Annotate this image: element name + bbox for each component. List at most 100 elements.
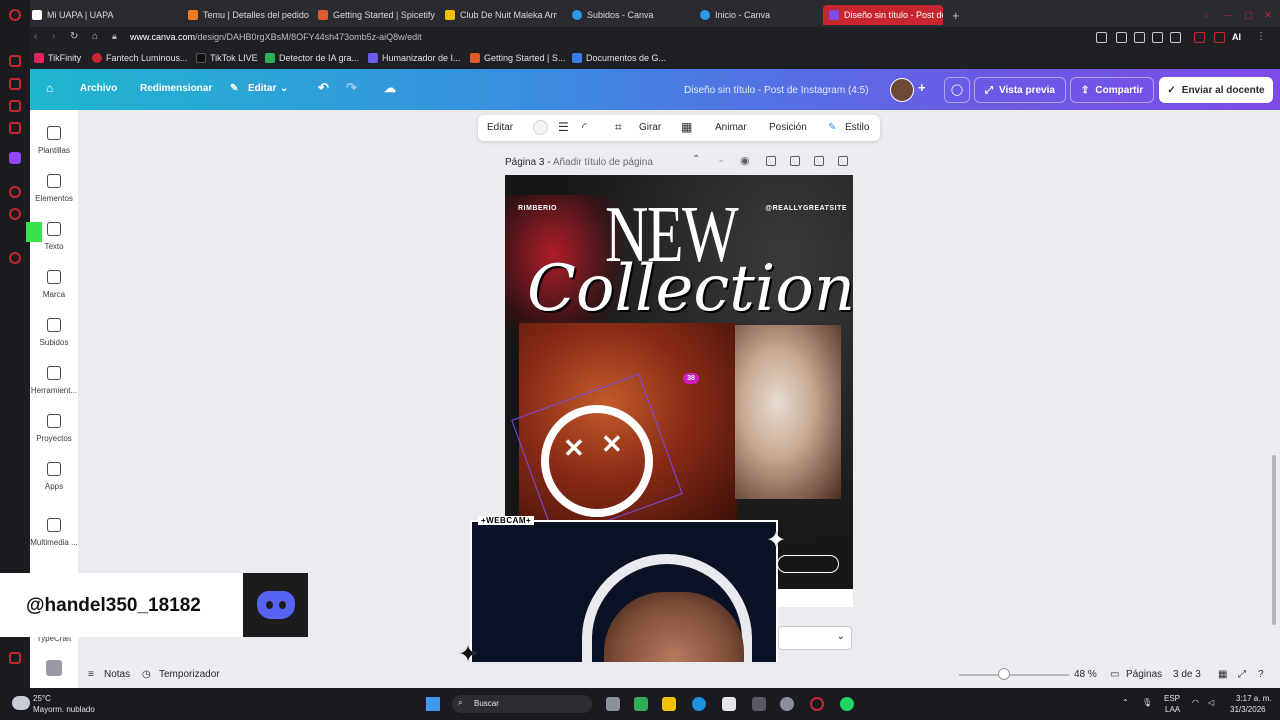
poster-handle[interactable]: @REALLYGREATSITE: [765, 205, 847, 212]
bookmark-item[interactable]: Fantech Luminous...: [92, 53, 188, 63]
steam-icon[interactable]: [780, 697, 794, 711]
forward-icon[interactable]: ›: [52, 31, 55, 42]
menu-icon[interactable]: ⋮: [1256, 31, 1266, 42]
redimensionar-button[interactable]: Redimensionar: [140, 83, 212, 94]
smiley-graphic[interactable]: ✕ ✕: [541, 405, 653, 517]
cloud-save-icon[interactable]: ☁: [384, 81, 396, 95]
clock-date[interactable]: 31/3/2026: [1230, 705, 1266, 714]
language-code[interactable]: ESP: [1164, 694, 1180, 703]
sidebar-item-plantillas[interactable]: Plantillas: [30, 126, 78, 155]
estilo-button[interactable]: Estilo: [845, 122, 869, 133]
sidebar-item-proyectos[interactable]: Proyectos: [30, 414, 78, 443]
redo-icon[interactable]: ↷: [346, 80, 357, 96]
shield-icon[interactable]: [1134, 32, 1145, 43]
bookmark-item[interactable]: Humanizador de I...: [368, 53, 461, 63]
search-icon[interactable]: ○: [1204, 5, 1209, 25]
lock-icon[interactable]: [766, 156, 776, 166]
url-field[interactable]: www.canva.com/design/DAHB0rgXBsM/8OFY44s…: [130, 32, 422, 42]
opera-logo-icon[interactable]: [9, 9, 21, 21]
notas-button[interactable]: Notas: [104, 669, 130, 680]
tab-2[interactable]: Getting Started | Spicetify: [318, 5, 435, 25]
poster-brand[interactable]: RIMBERIO: [518, 205, 557, 212]
rail-app-icon[interactable]: [9, 78, 21, 90]
add-collaborator-button[interactable]: +: [918, 80, 926, 95]
posicion-button[interactable]: Posición: [769, 122, 807, 133]
vista-previa-button[interactable]: ⤢ Vista previa: [974, 77, 1066, 103]
home-icon[interactable]: ⌂: [46, 81, 53, 95]
editar-menu[interactable]: Editar: [248, 83, 276, 94]
spotify-icon[interactable]: [840, 697, 854, 711]
taskbar-app-icon[interactable]: [634, 697, 648, 711]
corner-rounding-icon[interactable]: ◜: [582, 120, 587, 134]
poster-pill-shape[interactable]: [777, 555, 839, 573]
windows-start-icon[interactable]: [426, 697, 440, 711]
profile-icon[interactable]: [1194, 32, 1205, 43]
crop-icon[interactable]: ⌗: [615, 120, 622, 135]
page-title[interactable]: Página 3 - Añadir título de página: [505, 157, 653, 168]
grid-view-icon[interactable]: ▦: [1218, 669, 1227, 680]
help-icon[interactable]: ?: [1258, 669, 1264, 680]
eye-icon[interactable]: ◉: [740, 154, 750, 167]
girar-button[interactable]: Girar: [639, 122, 661, 133]
poster-script-title[interactable]: Collection: [527, 257, 853, 321]
taskbar-app-icon[interactable]: [752, 697, 766, 711]
chevron-up-icon[interactable]: ⌃: [1122, 698, 1129, 707]
archivo-menu[interactable]: Archivo: [80, 83, 117, 94]
paginas-button[interactable]: Páginas: [1126, 669, 1162, 680]
zoom-level[interactable]: 48 %: [1074, 669, 1097, 680]
microphone-icon[interactable]: 🎙︎: [1142, 698, 1152, 707]
app-icon[interactable]: [46, 660, 62, 676]
rail-clock-icon[interactable]: [9, 208, 21, 220]
temperature[interactable]: 25°C: [33, 694, 51, 703]
chevron-up-icon[interactable]: ⌃: [692, 154, 700, 165]
language-layout[interactable]: LAA: [1165, 705, 1180, 714]
tab-3[interactable]: Club De Nuit Maleka Arme: [445, 5, 557, 25]
home-icon[interactable]: ⌂: [92, 31, 98, 42]
edit-image-button[interactable]: Editar: [487, 122, 513, 133]
edge-icon[interactable]: [692, 697, 706, 711]
volume-icon[interactable]: ◁: [1208, 698, 1214, 707]
zoom-slider-thumb[interactable]: [998, 668, 1010, 680]
rail-app-icon[interactable]: [9, 122, 21, 134]
avatar[interactable]: [890, 78, 914, 102]
extension-icon[interactable]: [1116, 32, 1127, 43]
rail-more-icon[interactable]: [9, 652, 21, 664]
border-style-icon[interactable]: ☰: [558, 120, 569, 134]
bookmark-item[interactable]: TikFinity: [34, 53, 81, 63]
close-icon[interactable]: ✕: [1264, 5, 1272, 25]
download-icon[interactable]: [1214, 32, 1225, 43]
new-tab-button[interactable]: +: [952, 5, 960, 25]
back-icon[interactable]: ‹: [34, 31, 37, 42]
poster-photo-right[interactable]: [735, 325, 841, 499]
rail-app-icon[interactable]: [9, 100, 21, 112]
tab-6-active[interactable]: Diseño sin título - Post de: [823, 5, 943, 25]
sidebar-item-elementos[interactable]: Elementos: [30, 174, 78, 203]
add-page-icon[interactable]: [838, 156, 848, 166]
zoom-slider[interactable]: [959, 674, 1069, 676]
compartir-button[interactable]: ⇪ Compartir: [1070, 77, 1155, 103]
sidebar-item-multimedia[interactable]: Multimedia ...: [30, 518, 78, 547]
tab-1[interactable]: Temu | Detalles del pedido: [188, 5, 309, 25]
settings-icon[interactable]: [9, 252, 21, 264]
task-view-icon[interactable]: [606, 697, 620, 711]
heart-icon[interactable]: [1170, 32, 1181, 43]
taskbar-app-icon[interactable]: [722, 697, 736, 711]
reload-icon[interactable]: ↻: [70, 31, 78, 42]
file-explorer-icon[interactable]: [662, 697, 676, 711]
rail-app-icon[interactable]: [9, 186, 21, 198]
trash-icon[interactable]: [814, 156, 824, 166]
tab-5[interactable]: Inicio - Canva: [700, 5, 770, 25]
rail-app-icon[interactable]: [9, 55, 21, 67]
bookmark-icon[interactable]: [1096, 32, 1107, 43]
duplicate-icon[interactable]: [790, 156, 800, 166]
tab-0[interactable]: Mi UAPA | UAPA: [32, 5, 114, 25]
animar-button[interactable]: Animar: [715, 122, 747, 133]
sidebar-item-apps[interactable]: Apps: [30, 462, 78, 491]
fullscreen-icon[interactable]: ⤢: [1238, 669, 1246, 680]
chevron-down-icon[interactable]: ⌄: [717, 154, 725, 165]
play-icon[interactable]: [1152, 32, 1163, 43]
transparency-icon[interactable]: ▦: [681, 120, 692, 134]
chevron-down-icon[interactable]: ⌄: [280, 83, 288, 94]
bookmark-item[interactable]: Documentos de G...: [572, 53, 666, 63]
sidebar-item-herramientas[interactable]: Herramient...: [30, 366, 78, 395]
